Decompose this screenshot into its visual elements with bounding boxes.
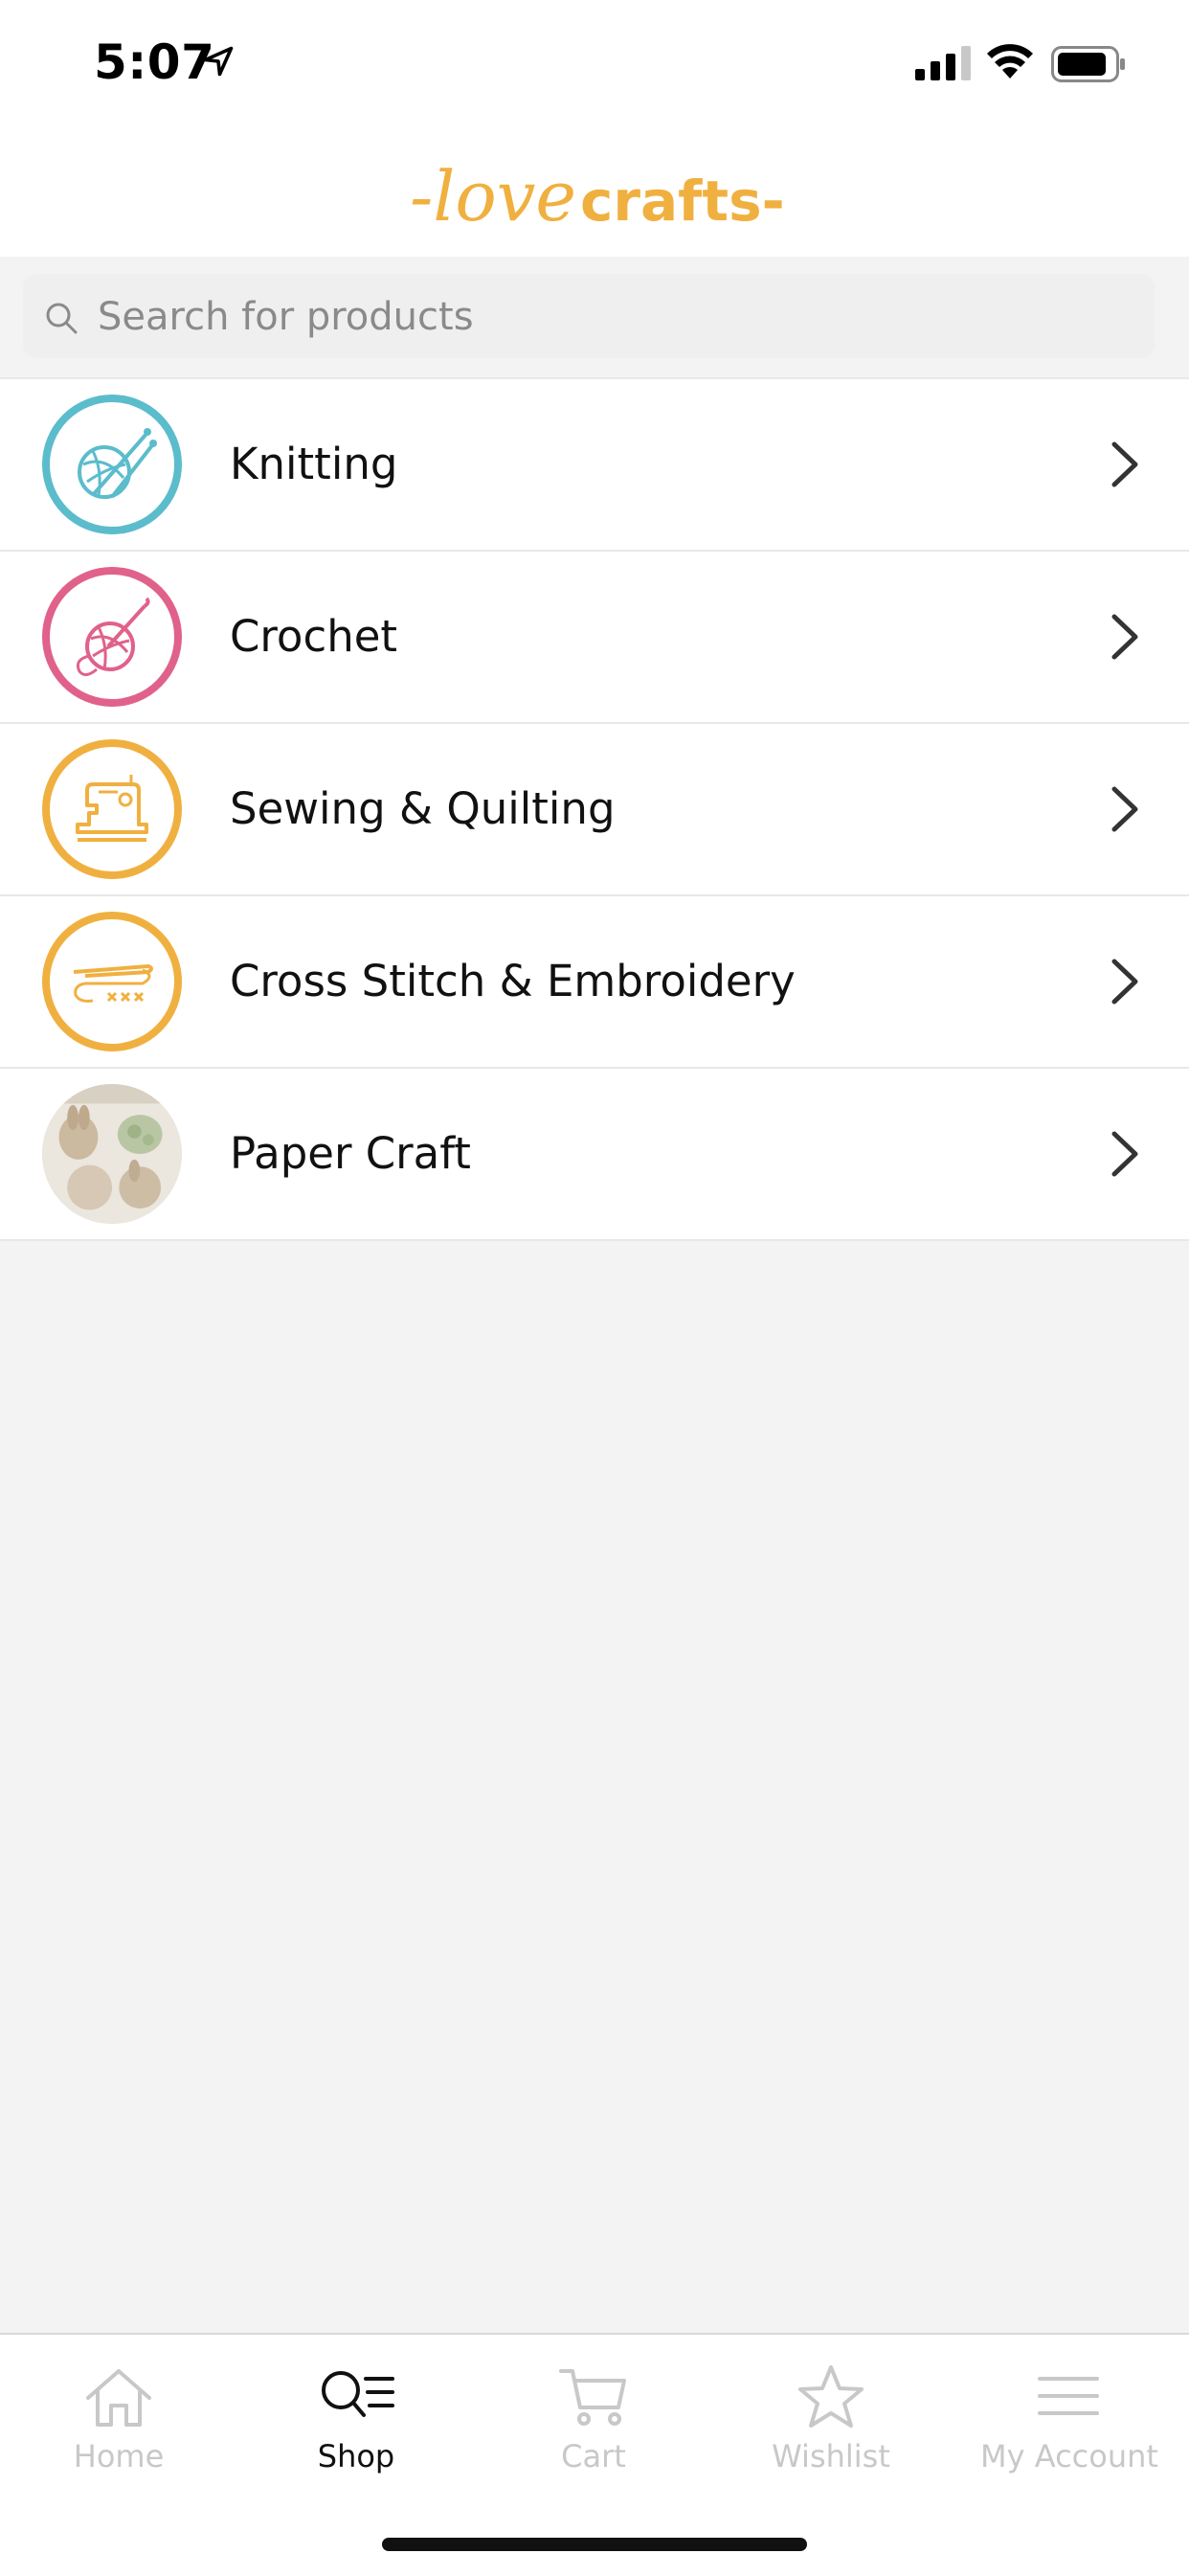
tab-my-account[interactable]: My Account [950, 2335, 1189, 2526]
chevron-right-icon [1111, 1131, 1138, 1177]
category-item-cross-stitch-embroidery[interactable]: Cross Stitch & Embroidery [0, 896, 1189, 1069]
category-item-paper-craft[interactable]: Paper Craft [0, 1069, 1189, 1241]
home-icon [86, 2369, 151, 2427]
search-icon [46, 303, 78, 334]
category-label: Sewing & Quilting [230, 783, 616, 834]
sewing-machine-icon [42, 739, 182, 879]
tab-wishlist[interactable]: Wishlist [712, 2335, 950, 2526]
cellular-signal-icon [915, 46, 971, 80]
needle-thread-icon [42, 912, 182, 1051]
paper-craft-photo [42, 1084, 182, 1224]
menu-icon [1038, 2377, 1099, 2415]
cart-icon [559, 2369, 626, 2426]
tab-label: My Account [980, 2438, 1158, 2474]
tab-shop[interactable]: Shop [237, 2335, 475, 2526]
category-item-sewing-quilting[interactable]: Sewing & Quilting [0, 724, 1189, 896]
svg-text:crafts-: crafts- [580, 169, 783, 234]
category-label: Paper Craft [230, 1128, 471, 1179]
category-label: Cross Stitch & Embroidery [230, 956, 796, 1006]
status-bar: 5:07 [0, 0, 1189, 128]
tab-home[interactable]: Home [0, 2335, 237, 2526]
search-bar[interactable] [23, 274, 1155, 360]
shop-search-icon [322, 2371, 394, 2417]
star-icon [798, 2365, 864, 2428]
tab-label: Home [73, 2438, 165, 2474]
location-arrow-icon [203, 46, 234, 77]
status-time: 5:07 [94, 34, 215, 90]
home-indicator [382, 2538, 807, 2551]
wifi-icon [987, 44, 1033, 79]
app-header: -love crafts- [0, 128, 1189, 257]
crochet-yarn-icon [42, 567, 182, 707]
svg-text:-love: -love [410, 156, 576, 237]
category-label: Knitting [230, 439, 398, 489]
tab-label: Shop [317, 2438, 395, 2474]
battery-icon [1051, 46, 1125, 82]
category-item-knitting[interactable]: Knitting [0, 379, 1189, 552]
tab-cart[interactable]: Cart [475, 2335, 712, 2526]
category-list: Knitting Crochet Sewing & Quilting Cross… [0, 377, 1189, 1241]
tab-label: Wishlist [772, 2438, 890, 2474]
category-label: Crochet [230, 611, 398, 662]
knitting-yarn-icon [42, 395, 182, 534]
chevron-right-icon [1111, 786, 1138, 832]
search-input[interactable] [96, 274, 1133, 360]
category-item-crochet[interactable]: Crochet [0, 552, 1189, 724]
chevron-right-icon [1111, 959, 1138, 1005]
tab-label: Cart [561, 2438, 626, 2474]
chevron-right-icon [1111, 614, 1138, 660]
chevron-right-icon [1111, 441, 1138, 487]
lovecrafts-logo: -love crafts- [410, 156, 783, 237]
